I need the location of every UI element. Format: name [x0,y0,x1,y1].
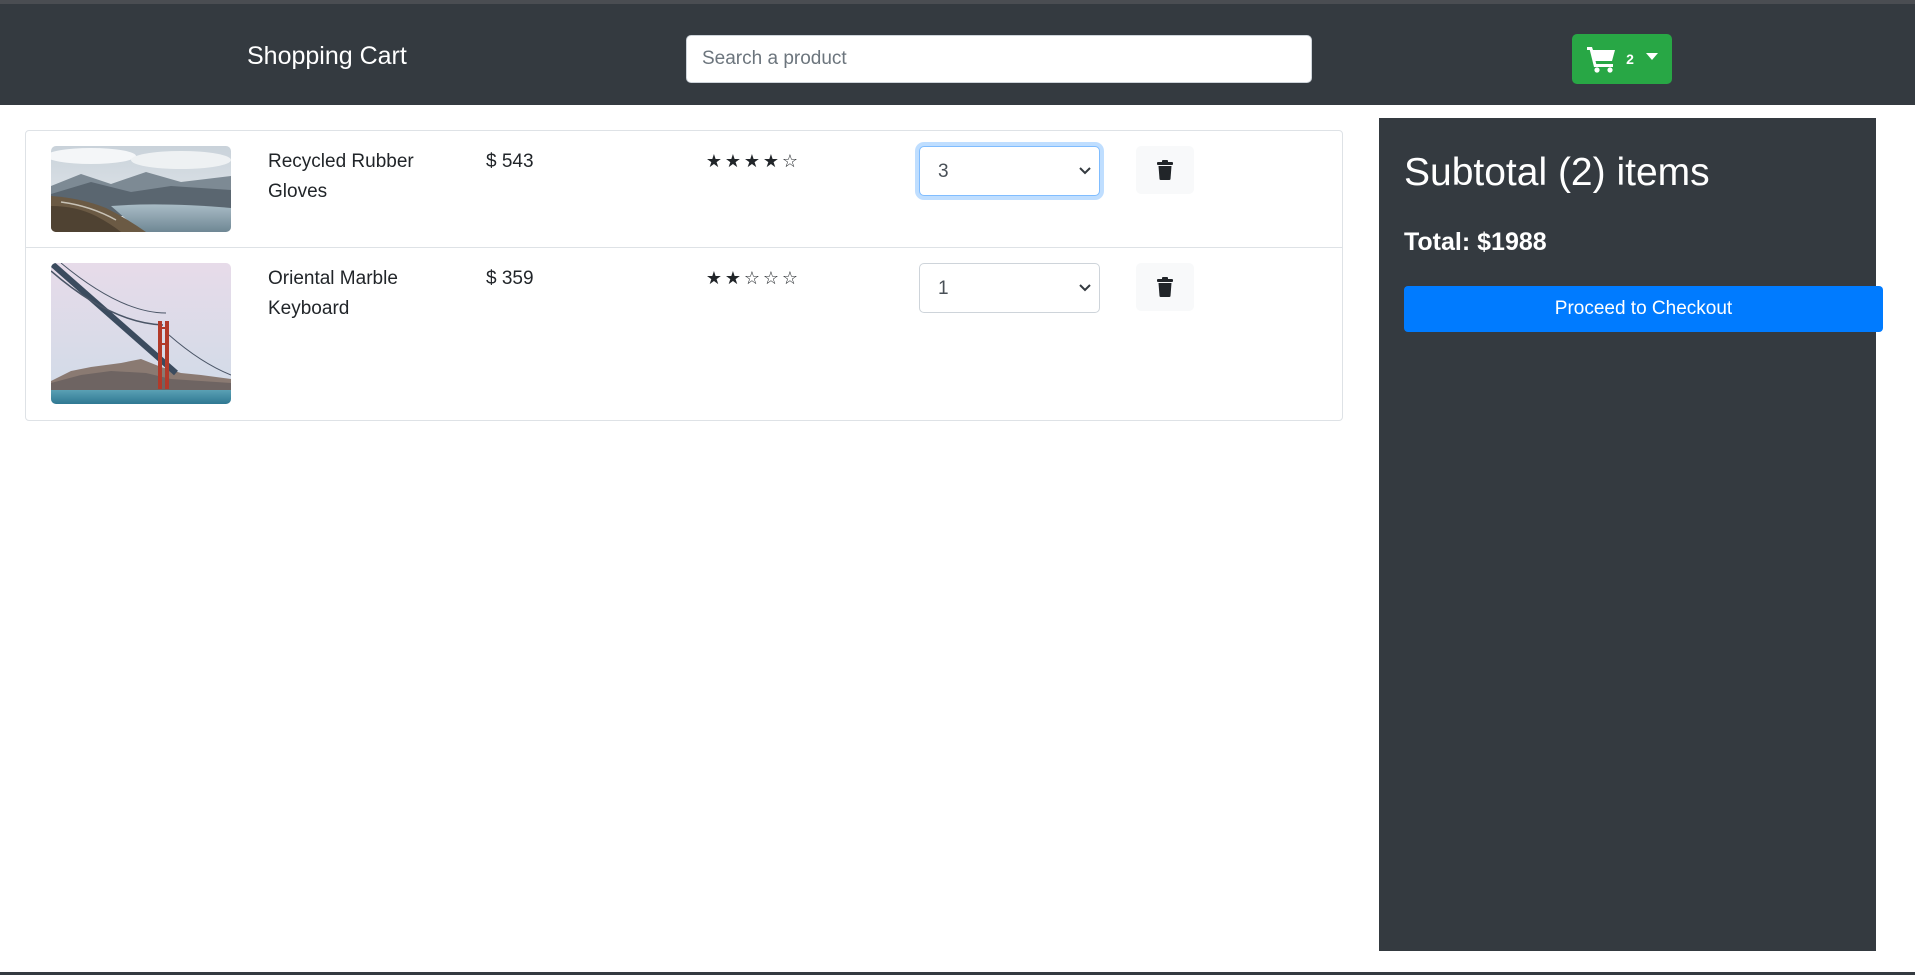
proceed-to-checkout-button[interactable]: Proceed to Checkout [1404,286,1883,332]
total-amount: Total: $1988 [1404,228,1547,256]
cart-item-row: Oriental Marble Keyboard $ 359 ★ ★ ☆ ☆ ☆… [26,248,1342,420]
product-name: Recycled Rubber Gloves [268,151,414,202]
star-filled-icon: ★ [724,268,742,289]
cart-count-badge: 2 [1626,51,1634,67]
cart-summary-panel: Subtotal (2) items Total: $1988 Proceed … [1379,118,1883,951]
cart-item-row: Recycled Rubber Gloves $ 543 ★ ★ ★ ★ ☆ 3 [26,131,1342,248]
cart-dropdown-button[interactable]: 2 [1572,34,1672,84]
product-name: Oriental Marble Keyboard [268,268,398,319]
brand-title[interactable]: Shopping Cart [247,42,407,71]
cart-icon [1586,45,1618,73]
cart-items-list: Recycled Rubber Gloves $ 543 ★ ★ ★ ★ ☆ 3 [25,130,1343,421]
product-rating: ★ ★ ☆ ☆ ☆ [705,269,799,289]
star-filled-icon: ★ [743,151,761,172]
mountain-lake-image [51,146,231,232]
navbar: Shopping Cart 2 [0,4,1915,105]
star-filled-icon: ★ [762,151,780,172]
quantity-select[interactable]: 1 [919,263,1100,313]
product-price: $ 543 [486,151,534,172]
trash-icon [1157,277,1173,297]
star-empty-icon: ☆ [743,268,761,289]
quantity-select-wrapper: 1 [919,263,1100,313]
golden-gate-bridge-image [51,263,231,404]
trash-icon [1157,160,1173,180]
product-price: $ 359 [486,268,534,289]
star-filled-icon: ★ [705,151,723,172]
quantity-select[interactable]: 3 [919,146,1100,196]
star-empty-icon: ☆ [781,151,799,172]
star-filled-icon: ★ [724,151,742,172]
caret-down-icon [1645,52,1658,60]
search-input[interactable] [686,35,1312,83]
star-filled-icon: ★ [705,268,723,289]
delete-item-button[interactable] [1136,263,1194,311]
delete-item-button[interactable] [1136,146,1194,194]
subtotal-title: Subtotal (2) items [1404,151,1710,194]
star-empty-icon: ☆ [762,268,780,289]
product-rating: ★ ★ ★ ★ ☆ [705,152,799,172]
star-empty-icon: ☆ [781,268,799,289]
quantity-select-wrapper: 3 [919,146,1100,196]
